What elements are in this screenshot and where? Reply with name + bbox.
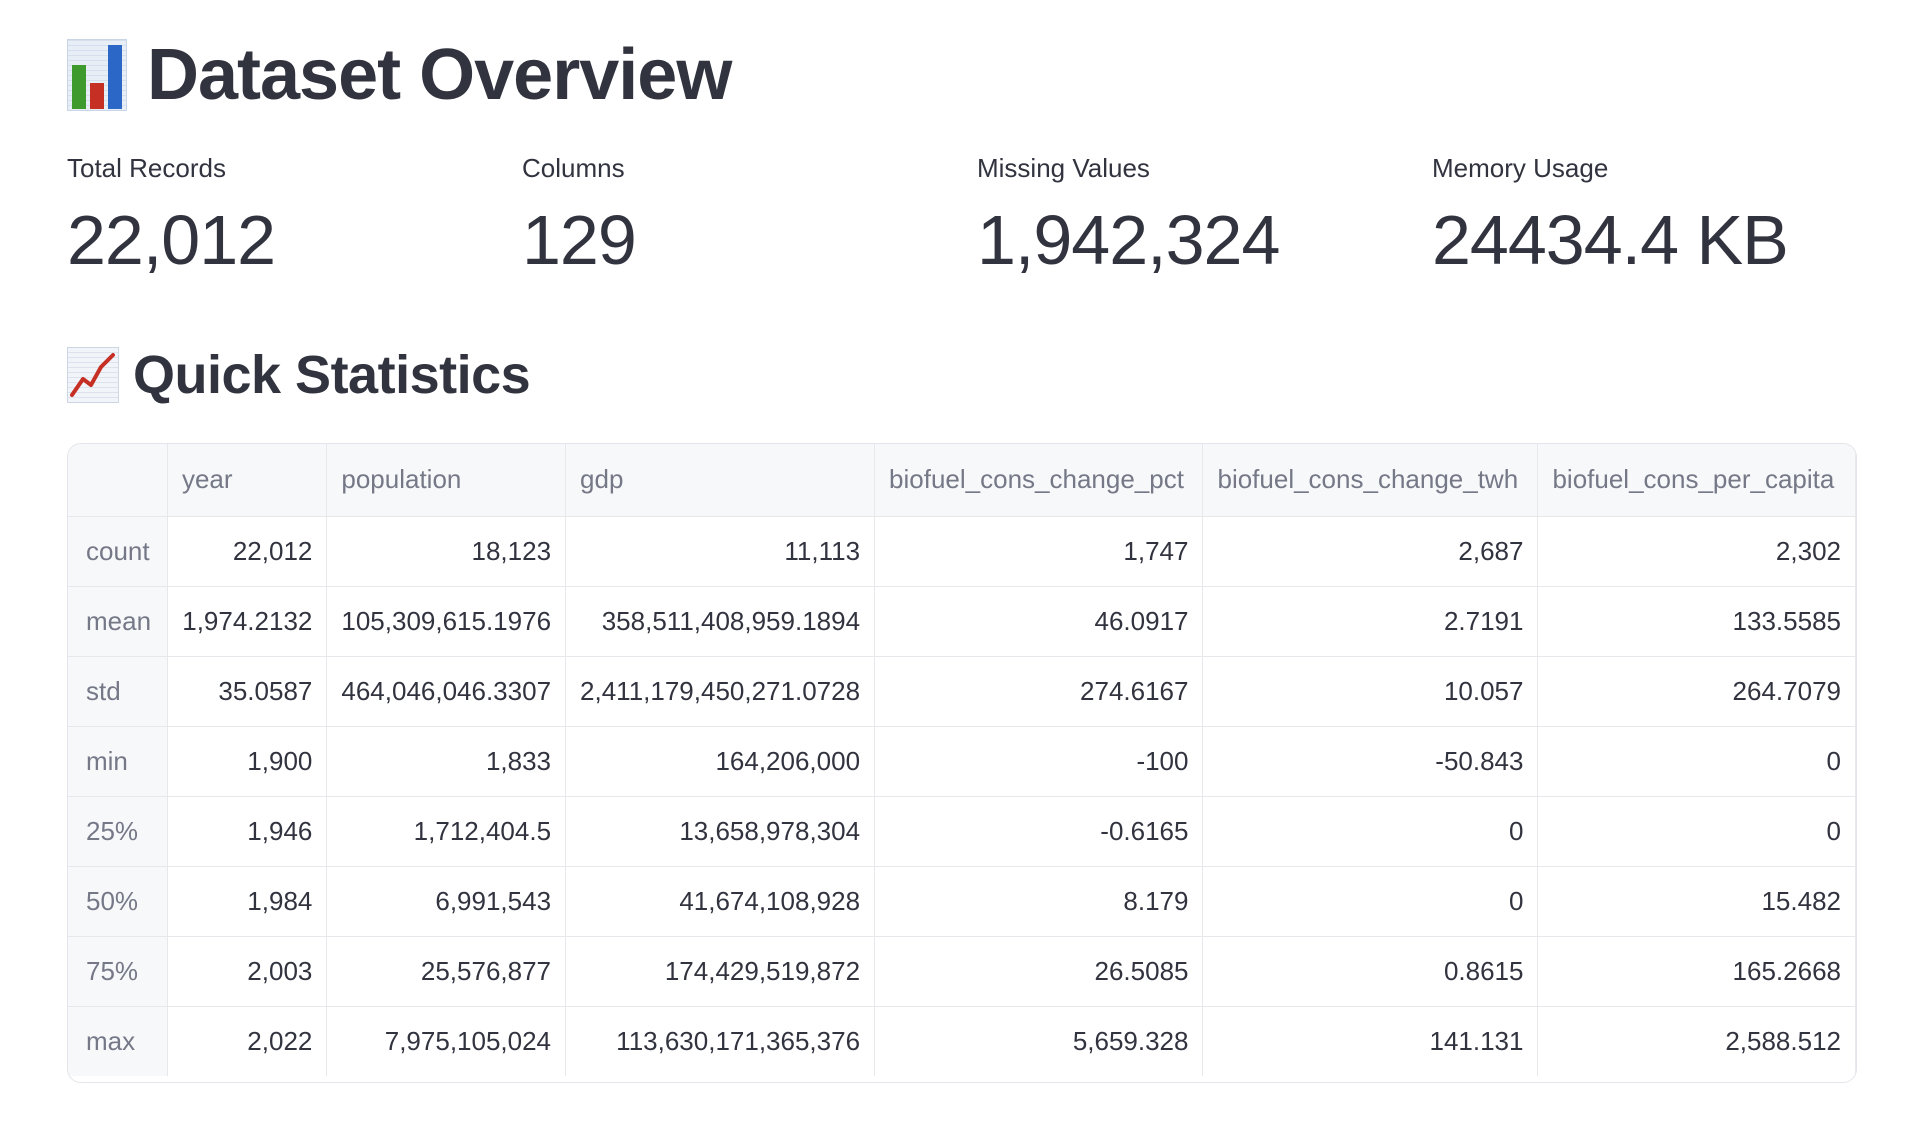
table-row: min 1,900 1,833 164,206,000 -100 -50.843 0 <box>68 726 1856 797</box>
row-label: 25% <box>68 796 168 867</box>
table-cell[interactable]: 2,022 <box>167 1006 328 1076</box>
metric-value: 129 <box>522 201 637 279</box>
table-row: 50% 1,984 6,991,543 41,674,108,928 8.179 0 15.… <box>68 866 1856 937</box>
bar-chart-icon <box>67 39 127 111</box>
quick-statistics-heading: Quick Statistics <box>67 340 531 410</box>
line-chart-icon <box>67 347 119 403</box>
metrics-row: Total Records 22,012 Columns 129 Missing… <box>67 150 1857 290</box>
table-cell[interactable]: 18,123 <box>326 516 567 587</box>
table-cell[interactable]: 11,113 <box>565 516 876 587</box>
column-header-index <box>68 444 168 517</box>
column-header[interactable]: population <box>326 444 567 517</box>
table-cell[interactable]: 22,012 <box>167 516 328 587</box>
table-cell[interactable]: 164,206,000 <box>565 726 876 797</box>
table-cell[interactable]: 1,900 <box>167 726 328 797</box>
table-cell[interactable]: 5,659.328 <box>874 1006 1204 1076</box>
table-cell[interactable]: 1,946 <box>167 796 328 867</box>
table-cell[interactable]: 1,974.2132 <box>167 586 328 657</box>
table-cell[interactable]: 113,630,171,365,376 <box>565 1006 876 1076</box>
table-cell[interactable]: 274.6167 <box>874 656 1204 727</box>
table-row: count 22,012 18,123 11,113 1,747 2,687 2,302 <box>68 516 1856 587</box>
table-cell[interactable]: 0 <box>1202 866 1539 937</box>
table-cell[interactable]: 8.179 <box>874 866 1204 937</box>
table-cell[interactable]: 174,429,519,872 <box>565 936 876 1007</box>
column-header[interactable]: year <box>167 444 328 517</box>
table-cell[interactable]: 0.8615 <box>1202 936 1539 1007</box>
table-row: 25% 1,946 1,712,404.5 13,658,978,304 -0.6165… <box>68 796 1856 867</box>
row-label: std <box>68 656 168 727</box>
table-cell[interactable]: 0 <box>1537 796 1856 867</box>
table-cell[interactable]: 15.482 <box>1537 866 1856 937</box>
row-label: 75% <box>68 936 168 1007</box>
metric-label: Total Records <box>67 153 226 183</box>
table-cell[interactable]: -50.843 <box>1202 726 1539 797</box>
row-label: min <box>68 726 168 797</box>
table-cell[interactable]: 264.7079 <box>1537 656 1856 727</box>
row-label: count <box>68 516 168 587</box>
table-cell[interactable]: 7,975,105,024 <box>326 1006 567 1076</box>
column-header[interactable]: biofuel_cons_change_pct <box>874 444 1204 517</box>
table-cell[interactable]: 1,984 <box>167 866 328 937</box>
metric-columns: Columns 129 <box>522 150 962 280</box>
metric-label: Memory Usage <box>1432 153 1609 183</box>
statistics-table[interactable]: year population gdp biofuel_cons_change_… <box>67 443 1857 1083</box>
metric-label: Missing Values <box>977 153 1150 183</box>
table-cell[interactable]: 1,833 <box>326 726 567 797</box>
table-header-row: year population gdp biofuel_cons_change_… <box>68 444 1856 517</box>
table-cell[interactable]: 2.7191 <box>1202 586 1539 657</box>
table-cell[interactable]: 2,003 <box>167 936 328 1007</box>
row-label: mean <box>68 586 168 657</box>
column-header[interactable]: gdp <box>565 444 876 517</box>
table-row: mean 1,974.2132 105,309,615.1976 358,511,40… <box>68 586 1856 657</box>
table-cell[interactable]: 358,511,408,959.1894 <box>565 586 876 657</box>
metric-label: Columns <box>522 153 625 183</box>
table-cell[interactable]: 0 <box>1537 726 1856 797</box>
table-cell[interactable]: -0.6165 <box>874 796 1204 867</box>
dataset-overview-heading: Dataset Overview <box>67 30 732 120</box>
table-cell[interactable]: 2,687 <box>1202 516 1539 587</box>
column-header[interactable]: biofuel_cons_change_twh <box>1202 444 1539 517</box>
table-cell[interactable]: 0 <box>1202 796 1539 867</box>
table-cell[interactable]: 41,674,108,928 <box>565 866 876 937</box>
table-cell[interactable]: 133.5585 <box>1537 586 1856 657</box>
table-row: std 35.0587 464,046,046.3307 2,411,179,450,… <box>68 656 1856 727</box>
table-row: 75% 2,003 25,576,877 174,429,519,872 26.5085… <box>68 936 1856 1007</box>
column-header[interactable]: biofuel_cons_per_capita <box>1537 444 1856 517</box>
metric-memory-usage: Memory Usage 24434.4 KB <box>1432 150 1872 280</box>
table-cell[interactable]: 2,411,179,450,271.0728 <box>565 656 876 727</box>
row-label: max <box>68 1006 168 1076</box>
table-cell[interactable]: 46.0917 <box>874 586 1204 657</box>
table-cell[interactable]: 26.5085 <box>874 936 1204 1007</box>
metric-total-records: Total Records 22,012 <box>67 150 507 280</box>
table-cell[interactable]: 10.057 <box>1202 656 1539 727</box>
page-title: Dataset Overview <box>147 35 732 115</box>
table-cell[interactable]: 2,588.512 <box>1537 1006 1856 1076</box>
table-cell[interactable]: 13,658,978,304 <box>565 796 876 867</box>
table-cell[interactable]: 35.0587 <box>167 656 328 727</box>
table-cell[interactable]: 1,712,404.5 <box>326 796 567 867</box>
metric-value: 24434.4 KB <box>1432 201 1789 279</box>
metric-value: 22,012 <box>67 201 276 279</box>
table-cell[interactable]: 105,309,615.1976 <box>326 586 567 657</box>
table-cell[interactable]: 1,747 <box>874 516 1204 587</box>
table-cell[interactable]: 464,046,046.3307 <box>326 656 567 727</box>
table-cell[interactable]: 2,302 <box>1537 516 1856 587</box>
row-label: 50% <box>68 866 168 937</box>
metric-value: 1,942,324 <box>977 201 1280 279</box>
metric-missing-values: Missing Values 1,942,324 <box>977 150 1417 280</box>
table-cell[interactable]: -100 <box>874 726 1204 797</box>
table-cell[interactable]: 165.2668 <box>1537 936 1856 1007</box>
table-cell[interactable]: 25,576,877 <box>326 936 567 1007</box>
section-title: Quick Statistics <box>133 345 531 405</box>
table-cell[interactable]: 141.131 <box>1202 1006 1539 1076</box>
table-row: max 2,022 7,975,105,024 113,630,171,365,376… <box>68 1006 1856 1076</box>
table-cell[interactable]: 6,991,543 <box>326 866 567 937</box>
